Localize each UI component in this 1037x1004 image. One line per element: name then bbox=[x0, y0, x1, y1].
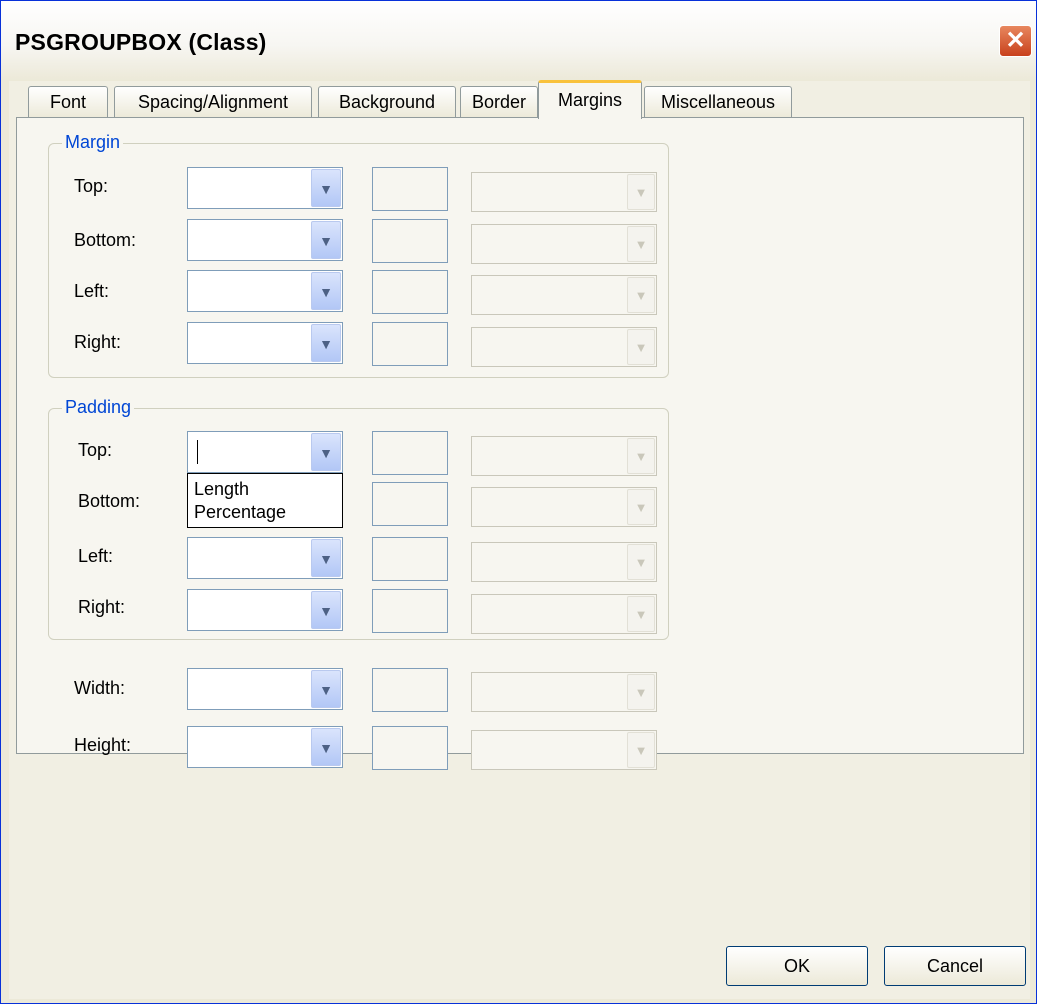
chevron-down-icon: ▼ bbox=[627, 544, 655, 580]
height-label: Height: bbox=[74, 735, 132, 755]
padding-right-unit-select[interactable]: ▼ bbox=[187, 589, 343, 631]
tab-border[interactable]: Border bbox=[460, 86, 538, 118]
margin-top-unit-select[interactable]: ▼ bbox=[187, 167, 343, 209]
margin-right-extra-select: ▼ bbox=[471, 327, 657, 367]
chevron-down-icon: ▼ bbox=[627, 674, 655, 710]
margin-right-unit-select[interactable]: ▼ bbox=[187, 322, 343, 364]
padding-bottom-label: Bottom: bbox=[78, 491, 141, 511]
width-value-input[interactable] bbox=[372, 668, 448, 712]
tab-label: Font bbox=[49, 92, 87, 112]
height-extra-select: ▼ bbox=[471, 730, 657, 770]
padding-top-unit-select[interactable]: ▼ bbox=[187, 431, 343, 473]
margin-left-value-input[interactable] bbox=[372, 270, 448, 314]
padding-left-unit-select[interactable]: ▼ bbox=[187, 537, 343, 579]
tab-margins[interactable]: Margins bbox=[538, 80, 642, 119]
chevron-down-icon[interactable]: ▼ bbox=[311, 539, 341, 577]
padding-top-value-input[interactable] bbox=[372, 431, 448, 475]
tab-label: Spacing/Alignment bbox=[137, 92, 289, 112]
chevron-down-icon: ▼ bbox=[627, 174, 655, 210]
chevron-down-icon: ▼ bbox=[627, 329, 655, 365]
margin-left-unit-select[interactable]: ▼ bbox=[187, 270, 343, 312]
chevron-down-icon[interactable]: ▼ bbox=[311, 670, 341, 708]
height-value-input[interactable] bbox=[372, 726, 448, 770]
margin-right-label: Right: bbox=[74, 332, 122, 352]
padding-left-label: Left: bbox=[78, 546, 114, 566]
padding-right-value-input[interactable] bbox=[372, 589, 448, 633]
chevron-down-icon[interactable]: ▼ bbox=[311, 169, 341, 207]
tab-label: Margins bbox=[557, 90, 623, 110]
padding-group-legend: Padding bbox=[62, 397, 135, 418]
text-cursor bbox=[197, 440, 198, 464]
tab-font[interactable]: Font bbox=[28, 86, 108, 118]
cancel-button[interactable]: Cancel bbox=[884, 946, 1026, 986]
tab-label: Background bbox=[338, 92, 436, 112]
margin-bottom-unit-select[interactable]: ▼ bbox=[187, 219, 343, 261]
close-icon: ✕ bbox=[1005, 27, 1026, 54]
padding-bottom-extra-select: ▼ bbox=[471, 487, 657, 527]
padding-top-label: Top: bbox=[78, 440, 113, 460]
title-bar[interactable]: PSGROUPBOX (Class) ✕ bbox=[1, 1, 1036, 81]
chevron-down-icon: ▼ bbox=[627, 596, 655, 632]
chevron-down-icon[interactable]: ▼ bbox=[311, 324, 341, 362]
chevron-down-icon[interactable]: ▼ bbox=[311, 272, 341, 310]
margin-group-legend: Margin bbox=[62, 132, 124, 153]
margin-bottom-label: Bottom: bbox=[74, 230, 137, 250]
padding-top-extra-select: ▼ bbox=[471, 436, 657, 476]
chevron-down-icon: ▼ bbox=[627, 226, 655, 262]
margin-bottom-value-input[interactable] bbox=[372, 219, 448, 263]
padding-left-extra-select: ▼ bbox=[471, 542, 657, 582]
tab-label: Miscellaneous bbox=[660, 92, 776, 112]
margin-left-extra-select: ▼ bbox=[471, 275, 657, 315]
width-extra-select: ▼ bbox=[471, 672, 657, 712]
chevron-down-icon: ▼ bbox=[627, 277, 655, 313]
margin-bottom-extra-select: ▼ bbox=[471, 224, 657, 264]
padding-left-value-input[interactable] bbox=[372, 537, 448, 581]
close-button[interactable]: ✕ bbox=[999, 25, 1032, 57]
chevron-down-icon[interactable]: ▼ bbox=[311, 591, 341, 629]
padding-right-extra-select: ▼ bbox=[471, 594, 657, 634]
tab-label: Border bbox=[471, 92, 527, 112]
chevron-down-icon[interactable]: ▼ bbox=[311, 728, 341, 766]
chevron-down-icon: ▼ bbox=[627, 489, 655, 525]
chevron-down-icon: ▼ bbox=[627, 732, 655, 768]
chevron-down-icon[interactable]: ▼ bbox=[311, 433, 341, 471]
margin-right-value-input[interactable] bbox=[372, 322, 448, 366]
padding-bottom-value-input[interactable] bbox=[372, 482, 448, 526]
dropdown-option-percentage[interactable]: Percentage bbox=[194, 501, 286, 523]
chevron-down-icon: ▼ bbox=[627, 438, 655, 474]
margin-top-value-input[interactable] bbox=[372, 167, 448, 211]
ok-button[interactable]: OK bbox=[726, 946, 868, 986]
padding-right-label: Right: bbox=[78, 597, 126, 617]
chevron-down-icon[interactable]: ▼ bbox=[311, 221, 341, 259]
margin-top-label: Top: bbox=[74, 176, 109, 196]
tab-miscellaneous[interactable]: Miscellaneous bbox=[644, 86, 792, 118]
height-unit-select[interactable]: ▼ bbox=[187, 726, 343, 768]
width-unit-select[interactable]: ▼ bbox=[187, 668, 343, 710]
padding-top-dropdown-list[interactable]: Length Percentage bbox=[187, 473, 343, 528]
tab-background[interactable]: Background bbox=[318, 86, 456, 118]
dropdown-option-length[interactable]: Length bbox=[194, 478, 249, 500]
margin-left-label: Left: bbox=[74, 281, 110, 301]
window-title: PSGROUPBOX (Class) bbox=[15, 29, 267, 55]
width-label: Width: bbox=[74, 678, 126, 698]
margin-top-extra-select: ▼ bbox=[471, 172, 657, 212]
tab-spacing-alignment[interactable]: Spacing/Alignment bbox=[114, 86, 312, 118]
